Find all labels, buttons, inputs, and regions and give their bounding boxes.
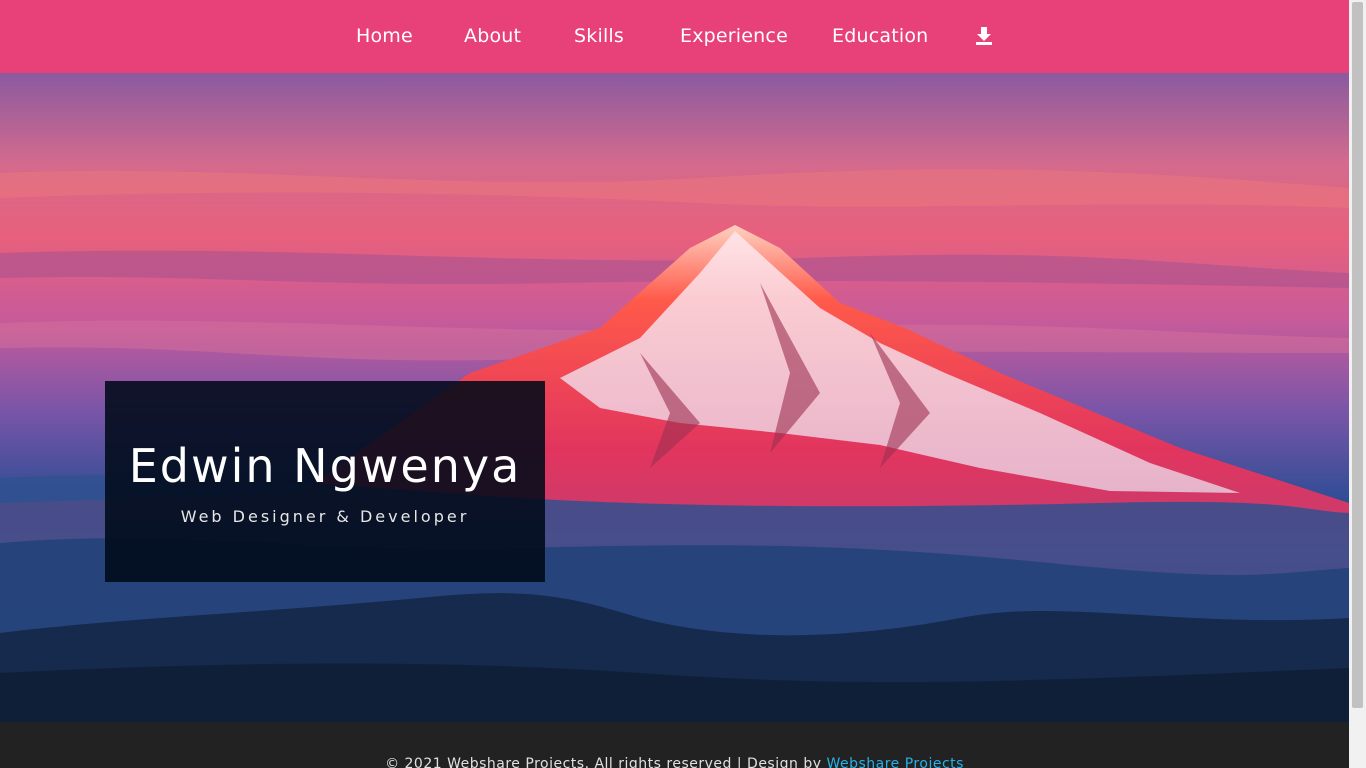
download-button[interactable]: [974, 26, 994, 46]
hero-subtitle: Web Designer & Developer: [180, 507, 470, 526]
scrollbar-thumb[interactable]: [1352, 2, 1363, 708]
nav-about-link[interactable]: About: [464, 0, 521, 73]
page-scrollbar[interactable]: [1349, 0, 1366, 768]
footer-copyright-text: © 2021 Webshare Projects. All rights res…: [385, 756, 827, 768]
nav-experience-link[interactable]: Experience: [680, 0, 788, 73]
footer-copyright: © 2021 Webshare Projects. All rights res…: [0, 756, 1349, 768]
hero-name: Edwin Ngwenya: [128, 439, 522, 493]
nav-home-link[interactable]: Home: [356, 0, 413, 73]
page-footer: © 2021 Webshare Projects. All rights res…: [0, 722, 1349, 768]
nav-skills-link[interactable]: Skills: [574, 0, 624, 73]
hero-section: Edwin Ngwenya Web Designer & Developer: [0, 73, 1349, 722]
nav-education-link[interactable]: Education: [832, 0, 928, 73]
download-icon: [976, 27, 992, 45]
top-navbar: Home About Skills Experience Education: [0, 0, 1349, 73]
footer-design-link[interactable]: Webshare Projects: [826, 756, 963, 768]
intro-card: Edwin Ngwenya Web Designer & Developer: [105, 381, 545, 582]
